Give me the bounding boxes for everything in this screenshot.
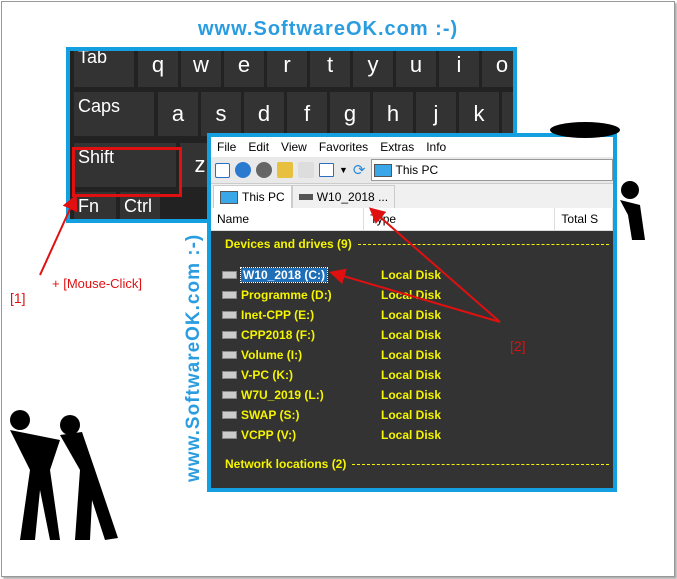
mouse-click-label: + [Mouse-Click] <box>52 276 142 291</box>
arrow-2-drive <box>329 268 501 323</box>
label-1: [1] <box>10 290 26 306</box>
arrow-1 <box>39 194 78 276</box>
climbing-figures-illustration <box>550 122 645 240</box>
label-2: [2] <box>510 338 526 354</box>
arrow-2-tab <box>368 207 501 323</box>
dancing-figures-illustration <box>10 410 118 540</box>
